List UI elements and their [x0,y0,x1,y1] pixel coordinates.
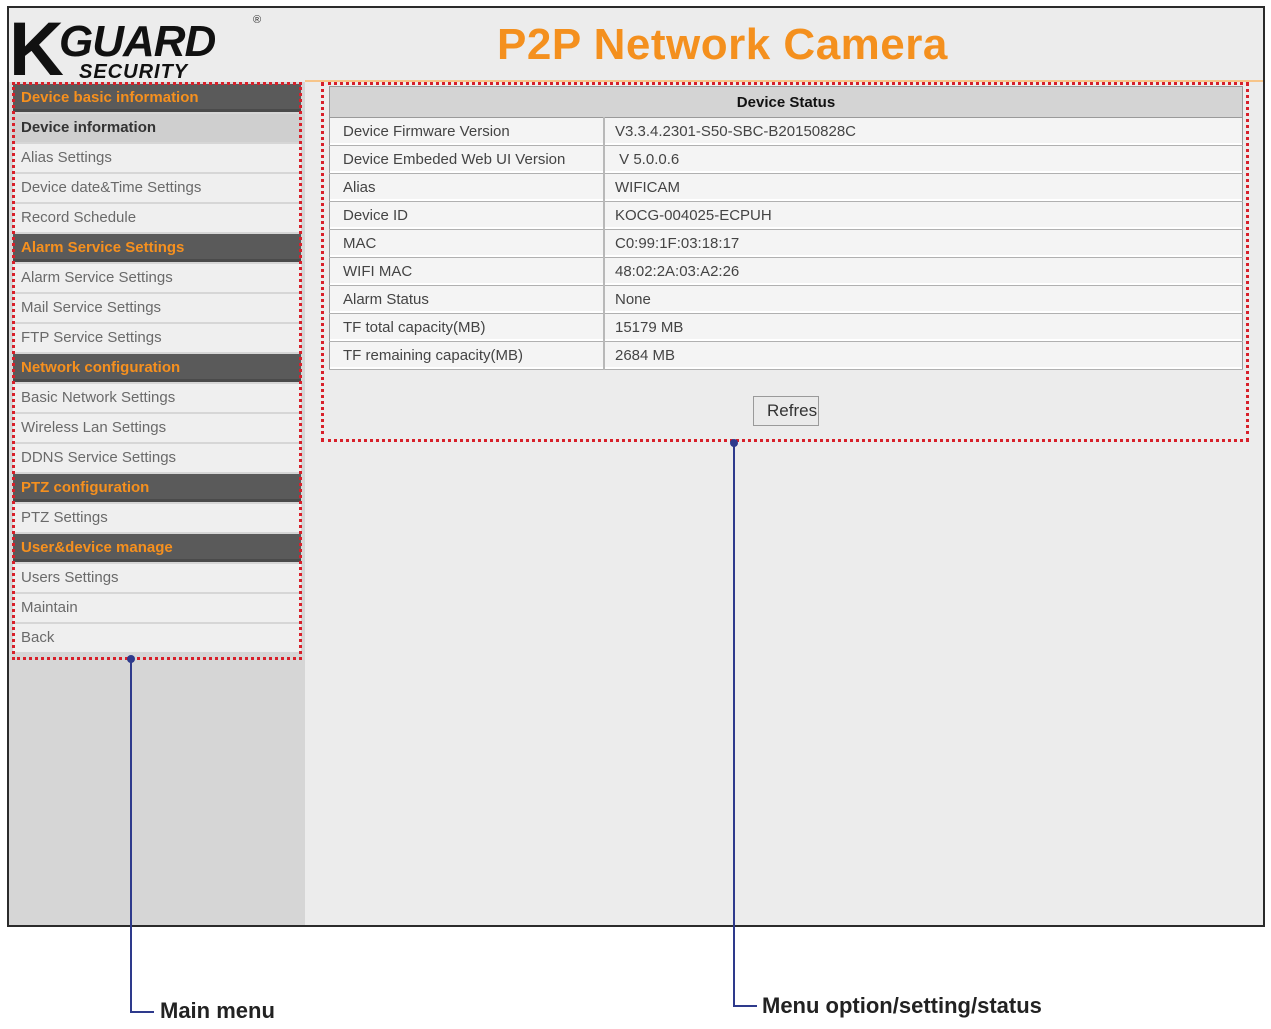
status-row: Device ID KOCG-004025-ECPUH [329,201,1243,230]
logo-guard: GUARD [59,17,216,66]
status-label: TF total capacity(MB) [329,313,605,342]
main-menu-pointer-tick [130,1011,154,1013]
status-value: V3.3.4.2301-S50-SBC-B20150828C [604,117,1243,146]
status-label: Device ID [329,201,605,230]
menu-category: User&device manage [13,534,301,562]
status-value: KOCG-004025-ECPUH [604,201,1243,230]
status-row: Alarm Status None [329,285,1243,314]
browser-window: K GUARD SECURITY ® P2P Network Camera De… [7,6,1265,927]
menu-item[interactable]: Back [13,624,301,652]
status-row: Device Firmware Version V3.3.4.2301-S50-S… [329,117,1243,146]
menu-item[interactable]: FTP Service Settings [13,324,301,352]
menu-category: Device basic information [13,84,301,112]
content-pointer-line [733,443,735,1007]
menu-item[interactable]: Device date&Time Settings [13,174,301,202]
menu-item[interactable]: Maintain [13,594,301,622]
menu-category: Network configuration [13,354,301,382]
menu-item[interactable]: Basic Network Settings [13,384,301,412]
menu-item[interactable]: Record Schedule [13,204,301,232]
menu-item[interactable]: Mail Service Settings [13,294,301,322]
content-pointer-tick [733,1005,757,1007]
status-label: Device Embeded Web UI Version [329,145,605,174]
logo-security: SECURITY [79,61,189,83]
status-row: TF remaining capacity(MB) 2684 MB [329,341,1243,370]
status-row: WIFI MAC 48:02:2A:03:A2:26 [329,257,1243,286]
menu-item[interactable]: Users Settings [13,564,301,592]
menu-item[interactable]: Alias Settings [13,144,301,172]
main-menu: Device basic information Device informati… [13,84,301,654]
content-annotation: Menu option/setting/status [762,993,1042,1018]
menu-category: Alarm Service Settings [13,234,301,262]
status-value: 15179 MB [604,313,1243,342]
device-status-title: Device Status [329,86,1243,118]
status-row: Device Embeded Web UI Version V 5.0.0.6 [329,145,1243,174]
main-menu-annotation: Main menu [160,998,275,1023]
menu-item[interactable]: Alarm Service Settings [13,264,301,292]
menu-item[interactable]: DDNS Service Settings [13,444,301,472]
content-area: Device Status Device Firmware Version V3.… [305,82,1263,925]
status-row: TF total capacity(MB) 15179 MB [329,313,1243,342]
menu-item[interactable]: Device information [13,114,301,142]
status-value: V 5.0.0.6 [604,145,1243,174]
menu-item[interactable]: PTZ Settings [13,504,301,532]
status-label: Device Firmware Version [329,117,605,146]
menu-item[interactable]: Wireless Lan Settings [13,414,301,442]
status-value: 48:02:2A:03:A2:26 [604,257,1243,286]
main-menu-sidebar: Device basic information Device informati… [9,82,305,925]
status-value: C0:99:1F:03:18:17 [604,229,1243,258]
status-label: Alias [329,173,605,202]
status-label: TF remaining capacity(MB) [329,341,605,370]
refresh-button[interactable]: Refresh [753,396,819,426]
device-status-table: Device Status Device Firmware Version V3.… [329,86,1243,370]
status-label: Alarm Status [329,285,605,314]
status-label: MAC [329,229,605,258]
status-value: WIFICAM [604,173,1243,202]
menu-category: PTZ configuration [13,474,301,502]
main-menu-pointer-line [130,659,132,1013]
registered-mark: ® [253,14,262,26]
kguard-logo: K GUARD SECURITY ® [9,12,269,88]
page-header: K GUARD SECURITY ® P2P Network Camera [9,8,1263,88]
status-value: 2684 MB [604,341,1243,370]
logo-k: K [9,7,64,92]
status-row: Alias WIFICAM [329,173,1243,202]
page-title: P2P Network Camera [497,20,948,69]
status-value: None [604,285,1243,314]
status-label: WIFI MAC [329,257,605,286]
status-row: MAC C0:99:1F:03:18:17 [329,229,1243,258]
